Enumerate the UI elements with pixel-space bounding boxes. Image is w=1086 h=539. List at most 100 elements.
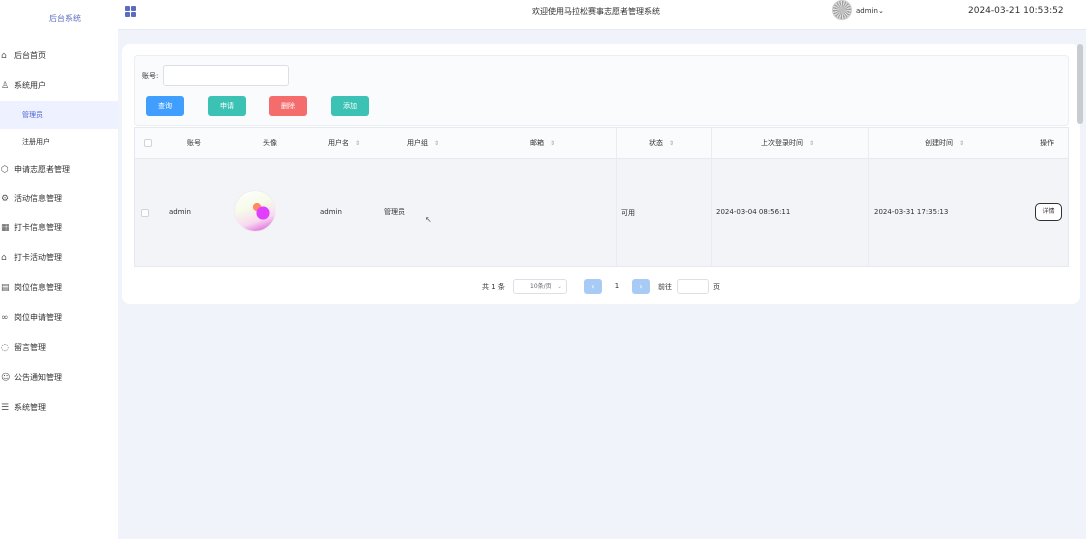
sidebar-item-system-settings[interactable]: ☰ 系统管理 (0, 394, 118, 422)
scrollbar[interactable] (1077, 44, 1083, 124)
column-header-action: 操作 (1040, 139, 1054, 147)
query-button[interactable]: 查询 (146, 96, 184, 116)
people-icon: ☺ (1, 373, 11, 383)
sidebar-item-position-applications[interactable]: ∞ 岗位申请管理 (0, 304, 118, 332)
column-divider (616, 128, 617, 266)
sidebar-item-admins[interactable]: 管理员 (0, 101, 118, 129)
select-all-checkbox[interactable] (144, 139, 152, 147)
sidebar-item-activity-info[interactable]: ⚙ 活动信息管理 (0, 185, 118, 213)
cell-group: 管理员 (384, 208, 405, 216)
column-header-label: 状态 (649, 139, 663, 147)
column-header-group[interactable]: 用户组 ⇕ (407, 138, 439, 148)
current-datetime: 2024-03-21 10:53:52 (968, 6, 1064, 16)
chevron-down-icon: ⌄ (556, 283, 562, 290)
cell-username: admin (320, 208, 342, 216)
cell-account: admin (169, 208, 191, 216)
column-header-label: 用户组 (407, 139, 428, 147)
data-table: 账号 头像 用户名 ⇕ 用户组 ⇕ 邮箱 ⇕ 状态 ⇕ 上次登录时间 ⇕ 创建时间 ⇕ 操作… (134, 127, 1069, 267)
sidebar-item-label: 活动信息管理 (14, 194, 62, 203)
sidebar-item-label: 岗位申请管理 (14, 313, 62, 322)
page-size-value: 10条/页 (530, 283, 552, 290)
row-checkbox[interactable] (141, 209, 149, 217)
column-header-label: 邮箱 (530, 139, 544, 147)
sidebar-item-messages[interactable]: ◌ 留言管理 (0, 334, 118, 362)
user-icon: ♙ (1, 81, 10, 91)
sidebar-item-label: 系统用户 (14, 81, 46, 90)
sidebar-item-label: 后台首页 (14, 51, 46, 60)
page-title: 欢迎使用马拉松赛事志愿者管理系统 (532, 7, 660, 16)
prev-page-button[interactable]: ‹ (584, 279, 602, 294)
sidebar-item-volunteer-applications[interactable]: ⬡ 申请志愿者管理 (0, 156, 118, 184)
column-header-status[interactable]: 状态 ⇕ (649, 138, 674, 148)
sort-icon[interactable]: ⇕ (809, 140, 814, 147)
add-button[interactable]: 添加 (331, 96, 369, 116)
sidebar-item-registered-users[interactable]: 注册用户 (0, 128, 118, 156)
building-icon: ⌂ (1, 253, 7, 263)
sidebar-item-checkin-info[interactable]: ▦ 打卡信息管理 (0, 214, 118, 242)
sidebar-item-label: 打卡信息管理 (14, 223, 62, 232)
delete-button[interactable]: 删除 (269, 96, 307, 116)
sidebar-item-system-users[interactable]: ♙ 系统用户 (0, 72, 118, 100)
menu-toggle-icon[interactable] (125, 6, 136, 17)
column-header-label: 创建时间 (925, 139, 953, 147)
column-header-username[interactable]: 用户名 ⇕ (328, 138, 360, 148)
sidebar-item-label: 注册用户 (22, 138, 50, 146)
column-divider (711, 128, 712, 266)
page-size-select[interactable]: 10条/页 ⌄ (513, 279, 567, 294)
sidebar-item-checkin-activity[interactable]: ⌂ 打卡活动管理 (0, 244, 118, 272)
table-header: 账号 头像 用户名 ⇕ 用户组 ⇕ 邮箱 ⇕ 状态 ⇕ 上次登录时间 ⇕ 创建时间 ⇕ 操作 (135, 128, 1068, 159)
column-header-created[interactable]: 创建时间 ⇕ (925, 138, 964, 148)
user-avatar-image (234, 190, 276, 232)
sidebar-item-announcements[interactable]: ☺ 公告通知管理 (0, 364, 118, 392)
search-label: 账号: (142, 72, 159, 80)
search-input[interactable] (163, 65, 289, 86)
sidebar-item-label: 系统管理 (14, 403, 46, 412)
sidebar-item-label: 公告通知管理 (14, 373, 62, 382)
sidebar-item-position-info[interactable]: ▤ 岗位信息管理 (0, 274, 118, 302)
column-divider (868, 128, 869, 266)
column-header-email[interactable]: 邮箱 ⇕ (530, 138, 555, 148)
goto-page-input[interactable] (677, 279, 709, 294)
cube-icon: ⬡ (1, 165, 9, 175)
app-logo: 后台系统 (49, 14, 81, 23)
chat-icon: ◌ (1, 343, 9, 353)
sidebar: 后台系统 ⌂ 后台首页 ♙ 系统用户 管理员 注册用户 ⬡ 申请志愿者管理 ⚙ 活动信息… (0, 0, 118, 539)
column-header-label: 用户名 (328, 139, 349, 147)
sidebar-item-label: 岗位信息管理 (14, 283, 62, 292)
list-icon: ☰ (1, 403, 10, 413)
share-icon: ∞ (1, 313, 9, 323)
mouse-cursor-icon: ↖ (425, 215, 432, 224)
sort-icon[interactable]: ⇕ (669, 140, 674, 147)
column-header-avatar: 头像 (263, 139, 277, 147)
sidebar-item-label: 打卡活动管理 (14, 253, 62, 262)
sort-icon[interactable]: ⇕ (550, 140, 555, 147)
sort-icon[interactable]: ⇕ (959, 140, 964, 147)
chevron-down-icon: ⌄ (877, 7, 884, 15)
sort-icon[interactable]: ⇕ (355, 140, 360, 147)
column-header-last-login[interactable]: 上次登录时间 ⇕ (761, 138, 814, 148)
detail-button[interactable]: 详情 (1035, 203, 1062, 221)
sort-icon[interactable]: ⇕ (434, 140, 439, 147)
cell-created: 2024-03-31 17:35:13 (874, 208, 949, 216)
apply-button[interactable]: 申请 (208, 96, 246, 116)
sidebar-item-home[interactable]: ⌂ 后台首页 (0, 42, 118, 70)
sidebar-item-label: 申请志愿者管理 (14, 165, 70, 174)
grid-icon: ▦ (1, 223, 10, 233)
pagination-total: 共 1 条 (482, 283, 505, 291)
column-header-account: 账号 (187, 139, 201, 147)
gear-icon: ⚙ (1, 194, 10, 204)
goto-label: 前往 (658, 283, 672, 291)
username-label: admin (856, 7, 878, 15)
cell-last-login: 2024-03-04 08:56:11 (716, 208, 791, 216)
sidebar-item-label: 留言管理 (14, 343, 46, 352)
column-header-label: 上次登录时间 (761, 139, 803, 147)
next-page-button[interactable]: › (632, 279, 650, 294)
goto-unit: 页 (713, 283, 720, 291)
avatar[interactable] (832, 0, 852, 20)
cell-status: 可用 (621, 209, 635, 217)
table-icon: ▤ (1, 283, 10, 293)
home-icon: ⌂ (1, 51, 7, 61)
user-menu[interactable]: admin⌄ (856, 7, 884, 15)
current-page[interactable]: 1 (607, 279, 627, 294)
sidebar-item-label: 管理员 (22, 111, 43, 119)
